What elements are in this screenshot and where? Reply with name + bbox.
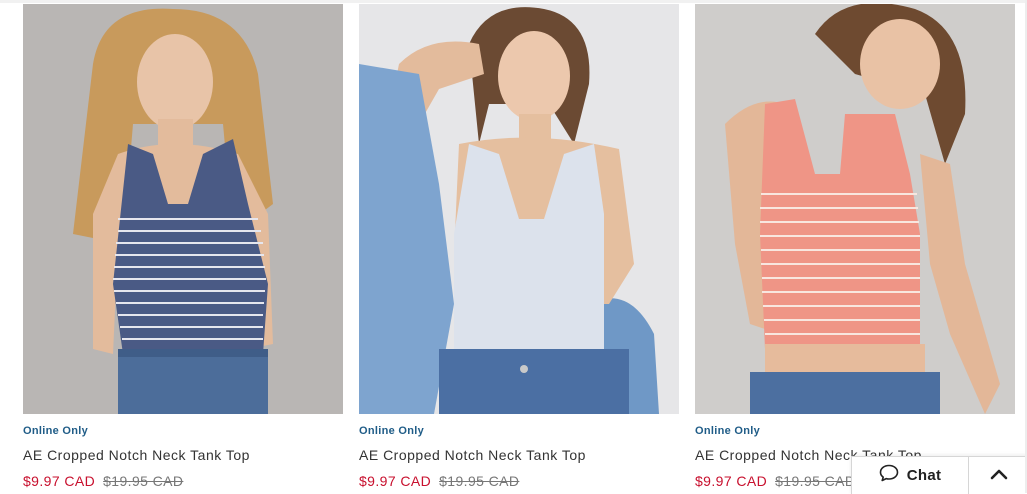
original-price: $19.95 CAD <box>439 473 520 489</box>
product-image[interactable] <box>359 4 679 414</box>
online-only-badge: Online Only <box>359 425 425 437</box>
chat-widget: Chat <box>851 456 1027 494</box>
top-divider <box>0 0 1027 3</box>
sale-price: $9.97 CAD <box>23 473 96 489</box>
chat-label: Chat <box>906 467 942 484</box>
back-to-top-button[interactable] <box>969 457 1027 494</box>
product-image[interactable] <box>695 4 1015 414</box>
chat-button[interactable]: Chat <box>852 457 969 494</box>
price-row: $9.97 CAD $19.95 CAD <box>695 473 855 489</box>
price-row: $9.97 CAD $19.95 CAD <box>23 473 183 489</box>
product-card[interactable] <box>695 4 1015 414</box>
online-only-badge: Online Only <box>23 425 89 437</box>
product-card[interactable] <box>23 4 343 414</box>
product-title[interactable]: AE Cropped Notch Neck Tank Top <box>359 447 586 463</box>
price-row: $9.97 CAD $19.95 CAD <box>359 473 519 489</box>
product-image[interactable] <box>23 4 343 414</box>
speech-bubble-icon <box>879 464 899 487</box>
original-price: $19.95 CAD <box>103 473 184 489</box>
original-price: $19.95 CAD <box>775 473 856 489</box>
chevron-up-icon <box>990 467 1008 485</box>
product-title[interactable]: AE Cropped Notch Neck Tank Top <box>23 447 250 463</box>
product-card[interactable] <box>359 4 679 414</box>
sale-price: $9.97 CAD <box>695 473 768 489</box>
online-only-badge: Online Only <box>695 425 761 437</box>
sale-price: $9.97 CAD <box>359 473 432 489</box>
